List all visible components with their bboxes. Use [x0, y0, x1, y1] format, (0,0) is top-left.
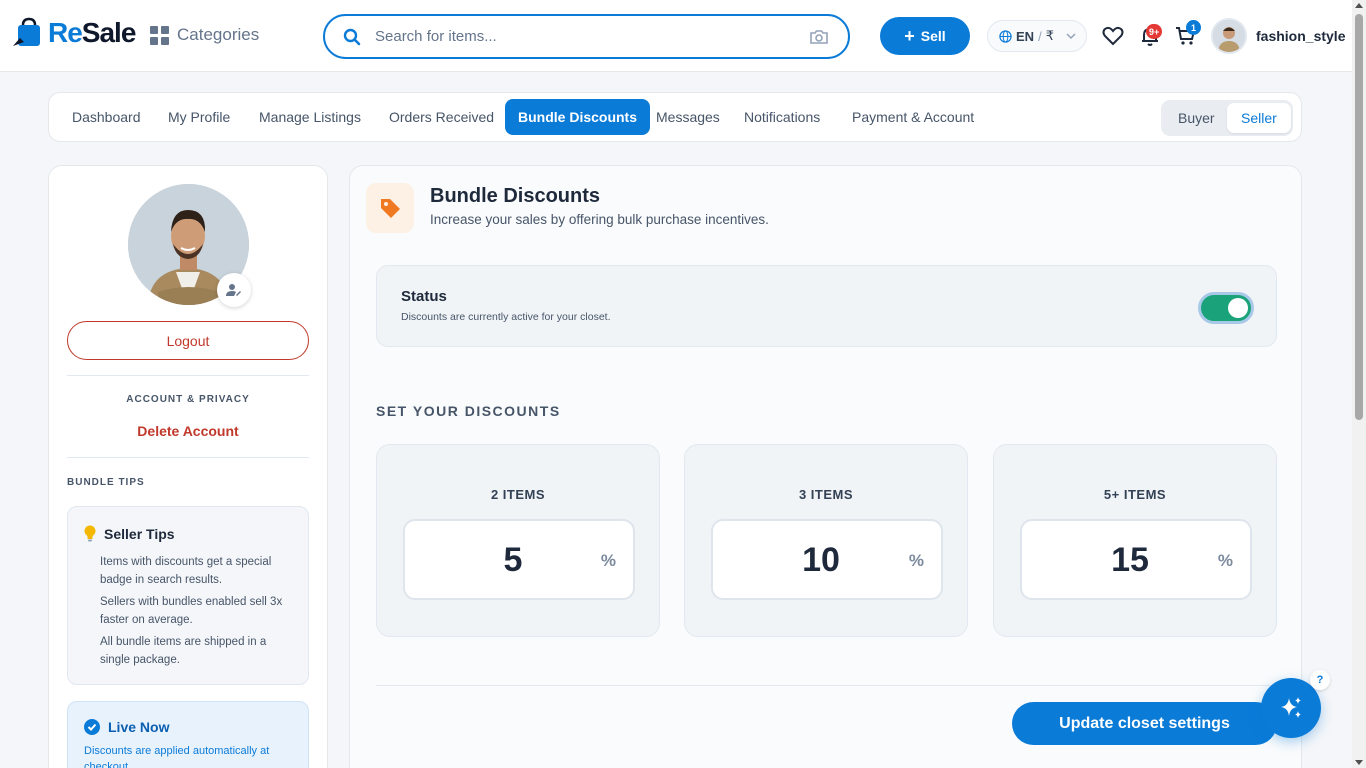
- tab-orders-received[interactable]: Orders Received: [376, 99, 507, 135]
- tab-payment-account[interactable]: Payment & Account: [839, 99, 987, 135]
- live-now-card: Live Now Discounts are applied automatic…: [67, 701, 309, 768]
- discount-input-5-plus-items[interactable]: 15 %: [1020, 519, 1252, 600]
- live-description: Discounts are applied automatically at c…: [84, 745, 270, 768]
- help-icon[interactable]: ?: [1310, 670, 1330, 690]
- divider: [67, 375, 309, 376]
- update-closet-settings-button[interactable]: Update closet settings: [1012, 702, 1277, 745]
- tab-my-profile[interactable]: My Profile: [155, 99, 243, 135]
- top-header: ReSale Categories + Sell EN / ₹: [0, 0, 1352, 72]
- role-toggle: Buyer Seller: [1161, 100, 1293, 136]
- tag-icon: [381, 199, 400, 218]
- tip-item: All bundle items are shipped in a single…: [100, 636, 267, 666]
- bundle-discounts-panel: Bundle Discounts Increase your sales by …: [349, 165, 1302, 768]
- profile-sidebar: Logout ACCOUNT & PRIVACY Delete Account …: [48, 165, 328, 768]
- username: fashion_style: [1256, 28, 1346, 44]
- language-code: EN: [1016, 28, 1035, 44]
- scroll-down-arrow-icon[interactable]: [1355, 760, 1363, 765]
- bundle-tips-heading: BUNDLE TIPS: [67, 477, 145, 488]
- discount-input-3-items[interactable]: 10 %: [711, 519, 943, 600]
- chevron-down-icon: [1066, 33, 1076, 40]
- logout-button[interactable]: Logout: [67, 321, 309, 360]
- search-input[interactable]: [375, 28, 795, 45]
- tip-item: Sellers with bundles enabled sell 3x fas…: [100, 596, 283, 626]
- discount-tier-label: 5+ ITEMS: [1103, 487, 1167, 502]
- sparkle-icon: [1281, 697, 1301, 718]
- tab-bundle-discounts[interactable]: Bundle Discounts: [505, 99, 651, 135]
- page-title: Bundle Discounts: [430, 185, 601, 207]
- tab-manage-listings[interactable]: Manage Listings: [246, 99, 374, 135]
- brand-logo[interactable]: ReSale: [12, 16, 137, 50]
- status-toggle[interactable]: [1198, 292, 1254, 324]
- discount-input-2-items[interactable]: 5 %: [403, 519, 635, 600]
- grid-icon: [150, 25, 169, 45]
- edit-profile-picture-button[interactable]: [217, 273, 251, 307]
- toggle-knob: [1228, 298, 1248, 318]
- brand-name-part2: Sale: [81, 17, 137, 48]
- camera-icon[interactable]: [810, 29, 828, 45]
- page-subtitle: Increase your sales by offering bulk pur…: [430, 212, 769, 227]
- divider: [67, 457, 309, 458]
- user-menu[interactable]: fashion_style: [1211, 18, 1345, 54]
- dashboard-tab-nav: Dashboard My Profile Manage Listings Ord…: [48, 92, 1302, 142]
- person-avatar-icon: [1213, 20, 1245, 52]
- discount-card-3-items: 3 ITEMS 10 %: [684, 444, 968, 637]
- tip-item: Items with discounts get a special badge…: [100, 556, 272, 586]
- shopping-bag-logo-icon: [13, 17, 40, 46]
- tag-icon-container: [366, 183, 414, 233]
- brand-name-part1: Re: [48, 17, 83, 48]
- sell-label: Sell: [920, 28, 946, 44]
- page-scrollbar[interactable]: [1352, 0, 1366, 768]
- scrollbar-thumb[interactable]: [1355, 14, 1363, 420]
- discount-value: 5: [503, 541, 523, 579]
- account-privacy-heading: ACCOUNT & PRIVACY: [126, 394, 250, 405]
- discount-value: 15: [1111, 541, 1149, 579]
- discount-card-5-plus-items: 5+ ITEMS 15 %: [993, 444, 1277, 637]
- status-card: Status Discounts are currently active fo…: [376, 265, 1277, 347]
- delete-account-link[interactable]: Delete Account: [49, 423, 327, 439]
- status-title: Status: [401, 288, 447, 305]
- cart-badge: 1: [1186, 20, 1201, 35]
- check-circle-icon: [84, 719, 100, 735]
- search-bar: [323, 14, 850, 59]
- set-discounts-heading: SET YOUR DISCOUNTS: [376, 403, 561, 419]
- categories-label: Categories: [177, 25, 260, 44]
- notifications-badge: 9+: [1146, 24, 1163, 39]
- percent-unit: %: [600, 551, 616, 570]
- discount-card-2-items: 2 ITEMS 5 %: [376, 444, 660, 637]
- role-buyer[interactable]: Buyer: [1164, 103, 1229, 133]
- discount-value: 10: [802, 541, 840, 579]
- user-avatar: [1211, 18, 1247, 54]
- tab-dashboard[interactable]: Dashboard: [59, 99, 154, 135]
- tab-messages[interactable]: Messages: [643, 99, 733, 135]
- categories-button[interactable]: Categories: [150, 25, 259, 45]
- language-currency-selector[interactable]: EN / ₹: [987, 20, 1087, 52]
- tips-title: Seller Tips: [104, 525, 175, 542]
- user-edit-icon: [226, 284, 241, 296]
- percent-unit: %: [1217, 551, 1233, 570]
- globe-icon: [999, 29, 1012, 43]
- seller-tips-card: Seller Tips Items with discounts get a s…: [67, 506, 309, 685]
- heart-icon[interactable]: [1101, 24, 1125, 48]
- divider: [376, 685, 1277, 686]
- role-seller[interactable]: Seller: [1227, 103, 1291, 133]
- currency-symbol: ₹: [1045, 28, 1054, 43]
- sell-button[interactable]: + Sell: [880, 17, 970, 55]
- discount-tier-label: 2 ITEMS: [490, 487, 546, 502]
- plus-icon: +: [904, 26, 915, 46]
- tab-notifications[interactable]: Notifications: [731, 99, 833, 135]
- live-title: Live Now: [108, 719, 170, 735]
- scroll-up-arrow-icon[interactable]: [1355, 3, 1363, 8]
- percent-unit: %: [908, 551, 924, 570]
- search-icon: [343, 28, 361, 45]
- discount-tier-label: 3 ITEMS: [798, 487, 854, 502]
- lightbulb-icon: [84, 525, 96, 542]
- status-description: Discounts are currently active for your …: [401, 311, 611, 323]
